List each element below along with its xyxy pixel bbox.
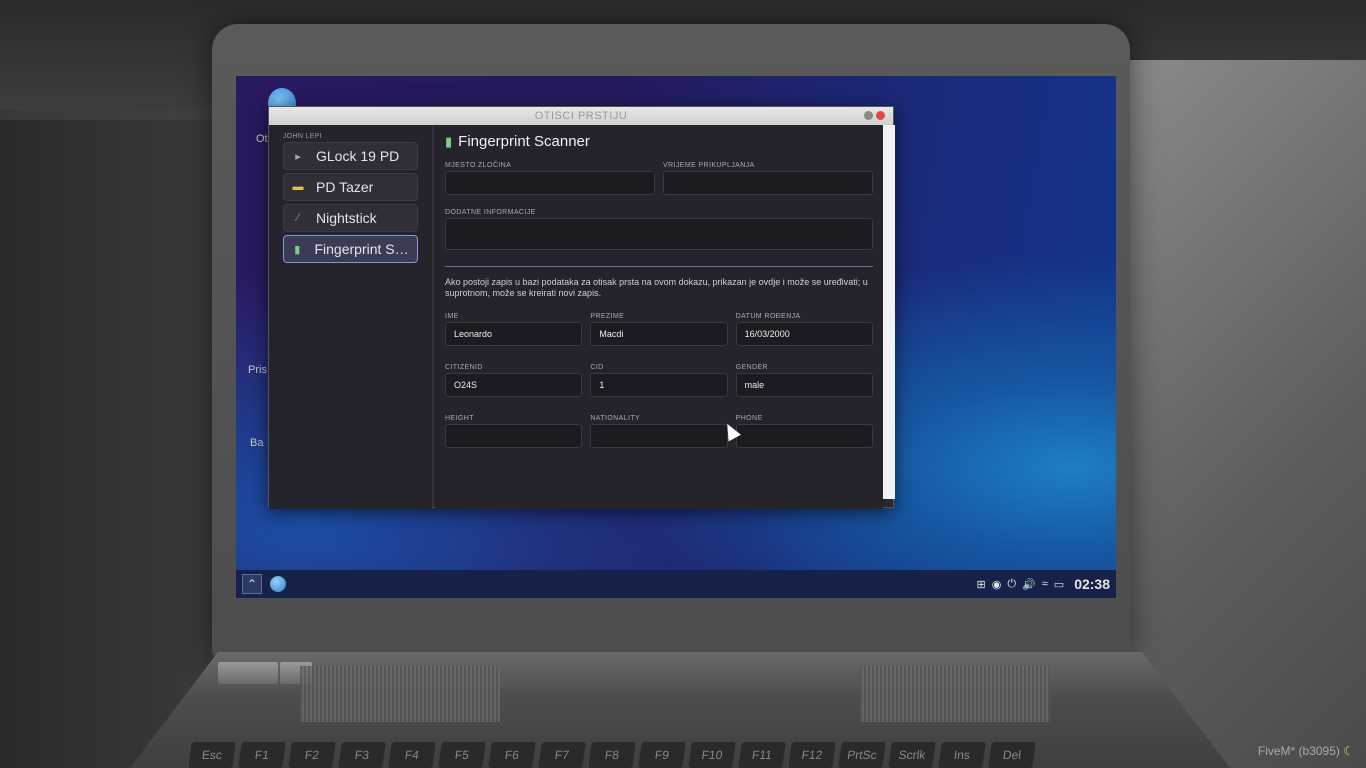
additional-info-input[interactable] [445, 218, 873, 250]
room-wall-right [1130, 60, 1366, 768]
gender-input[interactable]: male [735, 373, 873, 397]
key[interactable]: F5 [438, 742, 486, 768]
page-title: ▮ Fingerprint Scanner [445, 133, 873, 150]
citizenid-input[interactable]: O24S [445, 373, 583, 397]
minimize-icon[interactable] [864, 111, 873, 120]
height-label: HEIGHT [445, 415, 474, 422]
phone-input[interactable] [735, 424, 873, 448]
fingerprint-window: OTISCI PRSTIJU JOHN LEPI ▸ GLock 19 PD ▬… [268, 106, 895, 509]
window-titlebar[interactable]: OTISCI PRSTIJU [269, 107, 893, 125]
desktop-label[interactable]: Ba [250, 437, 263, 449]
collection-time-label: VRIJEME PRIKUPLJANJA [663, 162, 755, 169]
power-icon[interactable]: ⏻ [1007, 578, 1016, 591]
scanner-form: ▮ Fingerprint Scanner MJESTO ZLOČINA VRI… [435, 125, 883, 509]
watermark-text: FiveM* (b3095) [1257, 744, 1340, 758]
key[interactable]: F10 [688, 742, 736, 768]
laptop-hinge-left [218, 662, 278, 684]
speaker-grille-left [300, 666, 500, 722]
baton-icon: ∕ [297, 212, 299, 224]
fingerprint-scanner-icon: ▮ [445, 133, 453, 149]
scrollbar[interactable] [883, 125, 895, 499]
apps-grid-icon[interactable]: ⊞ [977, 578, 986, 591]
desktop-label[interactable]: Pris [248, 364, 267, 376]
speaker-grille-right [860, 666, 1050, 722]
sidebar-item-label: Nightstick [316, 210, 377, 226]
sidebar-item-label: GLock 19 PD [316, 148, 400, 164]
last-name-input[interactable]: Macdi [590, 322, 728, 346]
nationality-label: NATIONALITY [590, 415, 641, 422]
system-tray: ⊞ ◉ ⏻ 🔊 ≈ ▭ 02:38 [977, 576, 1111, 592]
last-name-label: PREZIME [590, 313, 625, 320]
moon-icon: ☾ [1343, 744, 1354, 758]
sidebar-item-fingerprint-scanner[interactable]: ▮ Fingerprint Sca... [283, 235, 418, 263]
battery-icon[interactable]: ▭ [1054, 578, 1064, 591]
key[interactable]: Scrlk [888, 742, 936, 768]
desktop-label[interactable]: Ot [256, 133, 268, 145]
key[interactable]: F8 [588, 742, 636, 768]
sidebar-owner-label: JOHN LEPI [283, 133, 322, 140]
key[interactable]: F11 [738, 742, 786, 768]
window-title: OTISCI PRSTIJU [534, 110, 628, 122]
keyboard-row: Esc F1 F2 F3 F4 F5 F6 F7 F8 F9 F10 F11 F… [180, 742, 1180, 768]
first-name-label: IME [445, 313, 459, 320]
fingerprint-app-taskbar-icon[interactable] [270, 576, 286, 592]
settings-icon[interactable]: ◉ [992, 578, 1002, 591]
laptop-screen: Ot Pris Ba OTISCI PRSTIJU JOHN LEPI ▸ GL… [236, 76, 1116, 598]
crime-scene-input[interactable] [445, 171, 655, 195]
sidebar-item-tazer[interactable]: ▬ PD Tazer [283, 173, 418, 201]
page-title-text: Fingerprint Scanner [458, 133, 590, 150]
wifi-icon[interactable]: ≈ [1042, 578, 1048, 590]
key[interactable]: F3 [338, 742, 386, 768]
key[interactable]: F6 [488, 742, 536, 768]
key[interactable]: Esc [188, 742, 236, 768]
record-notice: Ako postoji zapis u bazi podataka za oti… [445, 277, 868, 298]
taser-icon: ▬ [292, 181, 304, 193]
key[interactable]: F1 [238, 742, 286, 768]
nationality-input[interactable] [590, 424, 728, 448]
dob-input[interactable]: 16/03/2000 [735, 322, 873, 346]
first-name-input[interactable]: Leonardo [445, 322, 583, 346]
key[interactable]: F2 [288, 742, 336, 768]
citizenid-label: CITIZENID [445, 364, 483, 371]
cid-label: CID [590, 364, 604, 371]
taskbar: ⌃ ⊞ ◉ ⏻ 🔊 ≈ ▭ 02:38 [236, 570, 1116, 598]
height-input[interactable] [445, 424, 583, 448]
fingerprint-scanner-icon: ▮ [294, 243, 301, 256]
close-icon[interactable] [876, 111, 885, 120]
room-wall-left [0, 120, 230, 768]
phone-label: PHONE [735, 415, 763, 422]
key[interactable]: Del [988, 742, 1036, 768]
fivem-watermark: FiveM* (b3095) ☾ [1258, 744, 1354, 758]
key[interactable]: F7 [538, 742, 586, 768]
dob-label: DATUM ROĐENJA [735, 313, 801, 320]
sidebar-item-label: PD Tazer [316, 179, 374, 195]
key[interactable]: Ins [938, 742, 986, 768]
taskbar-clock: 02:38 [1074, 576, 1110, 592]
key[interactable]: F4 [388, 742, 436, 768]
cid-input[interactable]: 1 [590, 373, 728, 397]
sidebar-item-glock[interactable]: ▸ GLock 19 PD [283, 142, 418, 170]
sidebar-item-nightstick[interactable]: ∕ Nightstick [283, 204, 418, 232]
sidebar-item-label: Fingerprint Sca... [314, 241, 411, 257]
section-divider [445, 266, 873, 267]
additional-info-label: DODATNE INFORMACIJE [445, 209, 536, 216]
gender-label: GENDER [735, 364, 769, 371]
key[interactable]: F9 [638, 742, 686, 768]
key[interactable]: PrtSc [838, 742, 886, 768]
chevron-up-icon[interactable]: ⌃ [242, 574, 262, 594]
collection-time-input[interactable] [663, 171, 873, 195]
crime-scene-label: MJESTO ZLOČINA [445, 162, 512, 169]
pistol-icon: ▸ [295, 150, 301, 163]
key[interactable]: F12 [788, 742, 836, 768]
evidence-sidebar: JOHN LEPI ▸ GLock 19 PD ▬ PD Tazer ∕ Nig… [269, 125, 433, 509]
volume-icon[interactable]: 🔊 [1022, 578, 1036, 591]
